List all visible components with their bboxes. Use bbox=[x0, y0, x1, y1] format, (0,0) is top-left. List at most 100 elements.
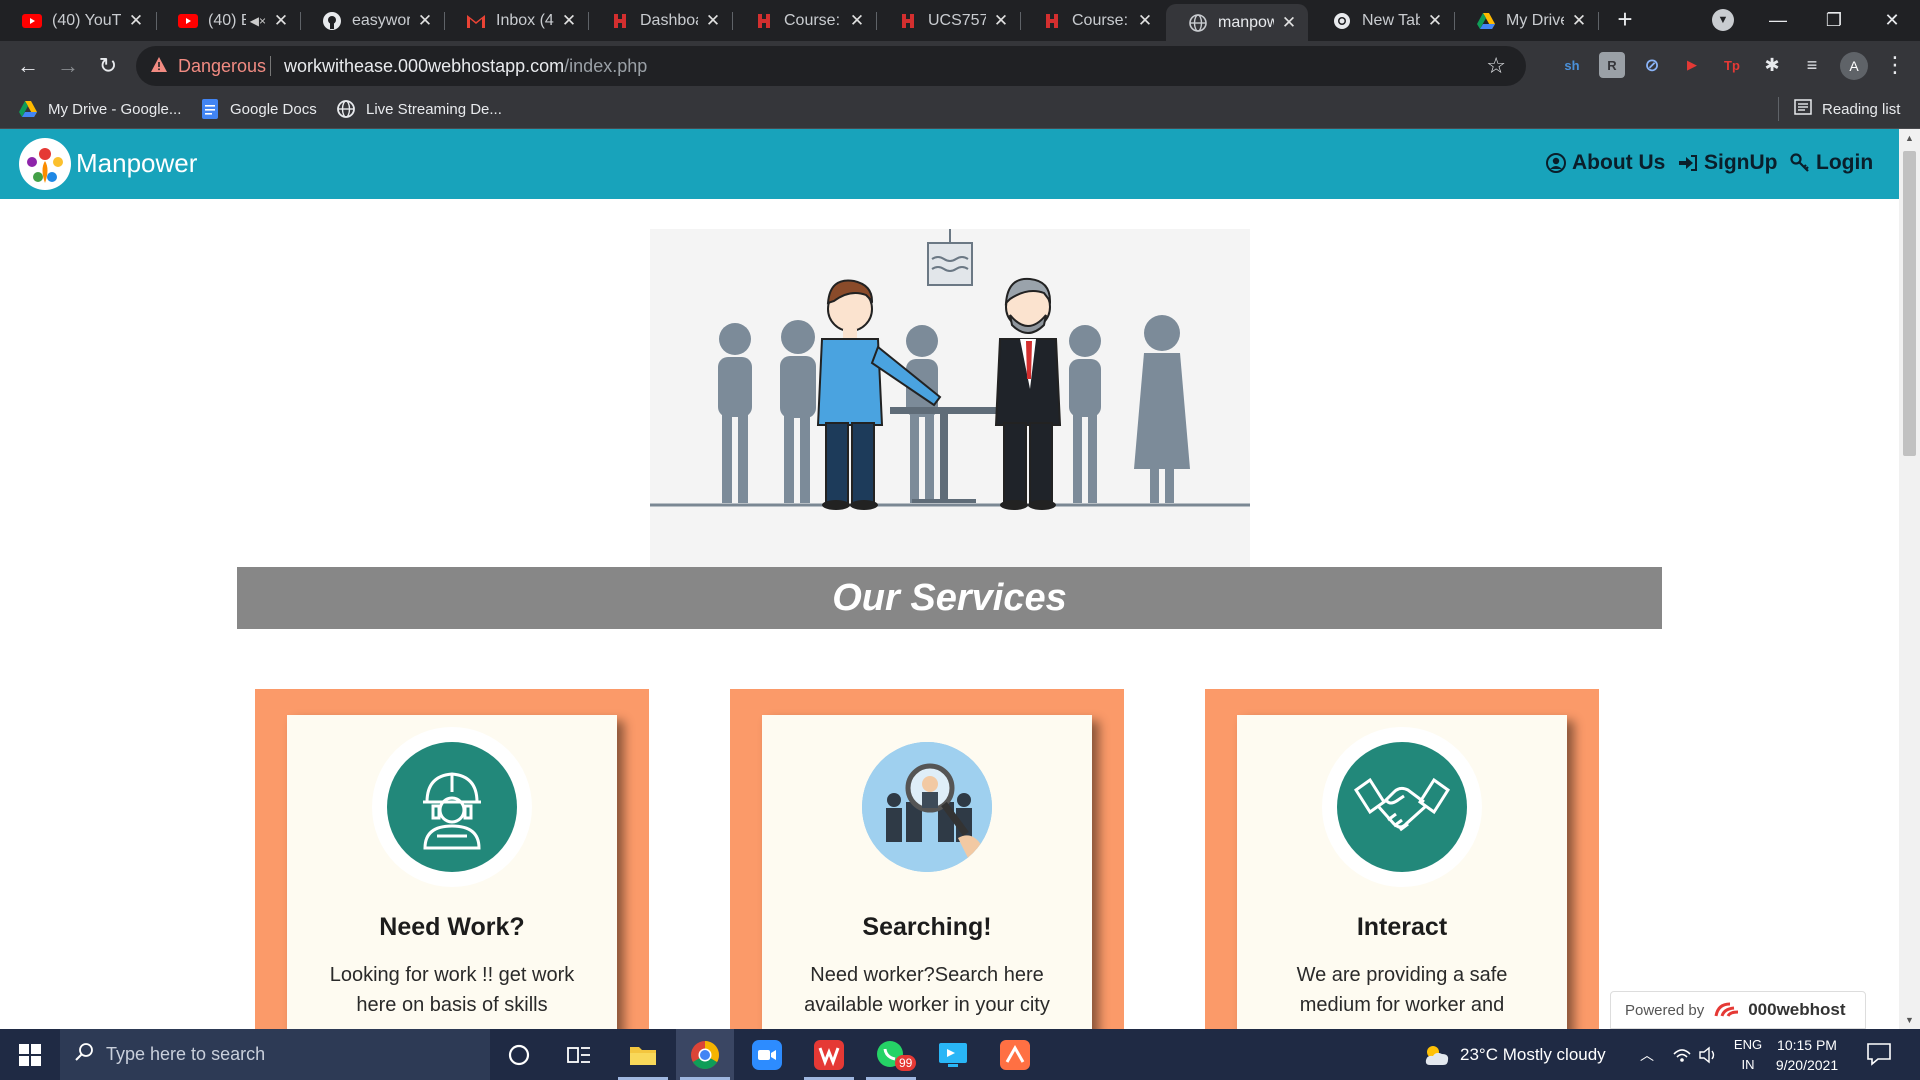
back-arrow-icon[interactable]: ← bbox=[12, 50, 44, 82]
bookmark-star-icon[interactable]: ☆ bbox=[1486, 53, 1506, 79]
bookmark-item[interactable]: Live Streaming De... bbox=[336, 99, 502, 119]
card-text: We are providing a safe medium for worke… bbox=[1296, 964, 1508, 1016]
nav-login[interactable]: Login bbox=[1790, 151, 1873, 175]
sign-in-icon bbox=[1678, 153, 1698, 173]
scroll-up-arrow-icon[interactable]: ▲ bbox=[1905, 133, 1914, 143]
reload-icon[interactable]: ↻ bbox=[92, 50, 124, 82]
github-icon bbox=[322, 11, 342, 31]
media-queue-icon[interactable]: ≡ bbox=[1799, 52, 1825, 78]
brand-name[interactable]: Manpower bbox=[76, 148, 197, 179]
restore-icon[interactable]: ❐ bbox=[1804, 0, 1864, 40]
bookmarks-bar: My Drive - Google... Google Docs Live St… bbox=[0, 91, 1920, 129]
menu-dots-icon[interactable]: ⋮ bbox=[1884, 52, 1906, 78]
extension-icon[interactable]: Tp bbox=[1719, 52, 1745, 78]
notification-badge: 99 bbox=[895, 1055, 917, 1071]
chrome-icon bbox=[1332, 11, 1352, 31]
key-icon bbox=[1790, 153, 1810, 173]
moodle-icon bbox=[754, 11, 774, 31]
address-bar[interactable]: Dangerous workwithease.000webhostapp.com… bbox=[136, 46, 1526, 86]
system-clock[interactable]: 10:15 PM 9/20/2021 bbox=[1760, 1035, 1854, 1075]
browser-tab[interactable]: Dashboar ✕ bbox=[588, 0, 732, 41]
chrome-taskbar-icon[interactable] bbox=[676, 1029, 734, 1080]
close-icon[interactable]: ✕ bbox=[127, 11, 145, 31]
worker-icon bbox=[387, 742, 517, 872]
service-card-body[interactable]: Interact We are providing a safe medium … bbox=[1237, 715, 1567, 1029]
webhost-logo-icon bbox=[1714, 1002, 1739, 1017]
youtube-icon bbox=[22, 11, 42, 31]
show-hidden-icons[interactable]: ︿ bbox=[1640, 1029, 1654, 1080]
file-explorer-icon[interactable] bbox=[614, 1029, 672, 1080]
close-icon[interactable]: ✕ bbox=[1280, 13, 1298, 33]
scroll-down-arrow-icon[interactable]: ▼ bbox=[1905, 1015, 1914, 1025]
new-tab-button[interactable]: + bbox=[1612, 6, 1638, 34]
close-icon[interactable]: ✕ bbox=[1136, 11, 1154, 31]
browser-tab-active[interactable]: manpowe ✕ bbox=[1166, 4, 1308, 41]
youtube-icon bbox=[178, 11, 198, 31]
video-extension-icon[interactable]: ▶ bbox=[1679, 52, 1705, 78]
browser-tab[interactable]: easywork ✕ bbox=[300, 0, 444, 41]
extension-icon[interactable]: R bbox=[1599, 52, 1625, 78]
wps-office-icon[interactable] bbox=[800, 1029, 858, 1080]
close-icon[interactable]: ✕ bbox=[1570, 11, 1588, 31]
drive-icon bbox=[18, 99, 38, 119]
browser-tab[interactable]: (40) B ◀× ✕ bbox=[156, 0, 300, 41]
close-icon[interactable]: ✕ bbox=[272, 11, 290, 31]
web-page: Manpower About Us SignUp Login Our Servi… bbox=[0, 129, 1899, 1029]
manpower-logo[interactable] bbox=[18, 137, 72, 191]
service-card-body[interactable]: Searching! Need worker?Search here avail… bbox=[762, 715, 1092, 1029]
close-icon[interactable]: ✕ bbox=[416, 11, 434, 31]
volume-icon[interactable] bbox=[1698, 1029, 1720, 1080]
bookmark-item[interactable]: Google Docs bbox=[200, 99, 317, 119]
avatar[interactable]: A bbox=[1840, 52, 1868, 80]
nav-signup[interactable]: SignUp bbox=[1678, 151, 1778, 175]
speaker-muted-icon[interactable]: ◀× bbox=[250, 14, 266, 28]
window-close-icon[interactable]: ✕ bbox=[1862, 0, 1920, 40]
puzzle-icon[interactable]: ✱ bbox=[1759, 52, 1785, 78]
powered-by-badge[interactable]: Powered by 000webhost bbox=[1610, 991, 1866, 1029]
close-icon[interactable]: ✕ bbox=[848, 11, 866, 31]
whatsapp-icon[interactable]: 99 bbox=[862, 1029, 920, 1080]
block-extension-icon[interactable]: ⊘ bbox=[1639, 52, 1665, 78]
service-card-body[interactable]: Need Work? Looking for work !! get work … bbox=[287, 715, 617, 1029]
nav-about-us[interactable]: About Us bbox=[1546, 151, 1665, 175]
browser-tab[interactable]: Course: C ✕ bbox=[732, 0, 876, 41]
task-view-icon[interactable] bbox=[550, 1029, 608, 1080]
user-circle-icon bbox=[1546, 153, 1566, 173]
extension-icon[interactable]: sh bbox=[1559, 52, 1585, 78]
taskbar-search-input[interactable]: Type here to search bbox=[60, 1029, 490, 1080]
zoom-icon[interactable] bbox=[738, 1029, 796, 1080]
card-title: Need Work? bbox=[379, 913, 525, 941]
windows-start-icon[interactable] bbox=[0, 1029, 60, 1080]
browser-tab[interactable]: UCS757-2 ✕ bbox=[876, 0, 1020, 41]
page-scrollbar[interactable]: ▲ ▼ bbox=[1899, 129, 1920, 1029]
close-icon[interactable]: ✕ bbox=[560, 11, 578, 31]
cortana-icon[interactable] bbox=[490, 1029, 548, 1080]
browser-tab[interactable]: My Drive ✕ bbox=[1454, 0, 1598, 41]
browser-tab[interactable]: New Tab ✕ bbox=[1310, 0, 1454, 41]
card-text: Need worker?Search here available worker… bbox=[804, 964, 1050, 1016]
warning-icon bbox=[151, 57, 167, 72]
service-card: Interact We are providing a safe medium … bbox=[1205, 689, 1599, 1029]
minimize-icon[interactable]: — bbox=[1748, 0, 1808, 40]
bookmark-item[interactable]: My Drive - Google... bbox=[18, 99, 181, 119]
tab-search-icon[interactable]: ▼ bbox=[1712, 9, 1734, 31]
browser-tab[interactable]: Course: B ✕ bbox=[1020, 0, 1164, 41]
browser-tab[interactable]: (40) YouT ✕ bbox=[0, 0, 155, 41]
cloudy-icon bbox=[1425, 1045, 1449, 1065]
scroll-thumb[interactable] bbox=[1903, 151, 1916, 456]
close-icon[interactable]: ✕ bbox=[704, 11, 722, 31]
security-status[interactable]: Dangerous bbox=[178, 56, 266, 77]
weather-widget[interactable]: 23°C Mostly cloudy bbox=[1422, 1029, 1606, 1080]
service-card: Need Work? Looking for work !! get work … bbox=[255, 689, 649, 1029]
browser-tab[interactable]: Inbox (4,5 ✕ bbox=[444, 0, 588, 41]
wifi-icon[interactable] bbox=[1672, 1029, 1692, 1080]
whiteboard-app-icon[interactable] bbox=[986, 1029, 1044, 1080]
remote-desktop-icon[interactable] bbox=[924, 1029, 982, 1080]
gmail-icon bbox=[466, 11, 486, 31]
reading-list-button[interactable]: Reading list bbox=[1794, 99, 1900, 119]
forward-arrow-icon[interactable]: → bbox=[52, 50, 84, 82]
close-icon[interactable]: ✕ bbox=[992, 11, 1010, 31]
notification-center-icon[interactable] bbox=[1866, 1041, 1894, 1069]
close-icon[interactable]: ✕ bbox=[1426, 11, 1444, 31]
url-text[interactable]: workwithease.000webhostapp.com/index.php bbox=[284, 56, 647, 77]
